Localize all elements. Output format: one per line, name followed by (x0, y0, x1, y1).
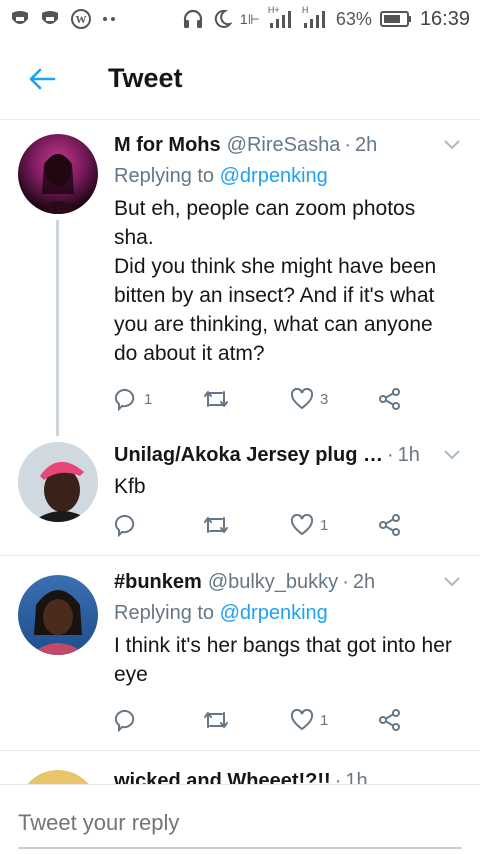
chevron-down-icon (444, 577, 460, 587)
back-button[interactable] (0, 38, 84, 120)
status-bar: W 1⊩ H+ H 63% 16:39 (0, 0, 480, 38)
tweet[interactable]: wicked and Wheeet!?!! · 1h (0, 752, 480, 784)
replying-to-mention[interactable]: @drpenking (220, 165, 328, 187)
reply-button[interactable] (114, 513, 202, 537)
signal-icon-1: H+ (268, 5, 294, 29)
separator-dot: · (342, 571, 349, 593)
tweet-text-line: sha. (114, 226, 154, 249)
tweet-menu-button[interactable] (438, 442, 466, 468)
headset-icon (182, 8, 204, 30)
network-type-label-1: H+ (267, 5, 280, 15)
reply-button[interactable]: 1 (114, 387, 202, 411)
display-name[interactable]: M for Mohs (114, 132, 221, 158)
separator-dot: · (386, 444, 394, 466)
wordpress-icon: W (70, 8, 92, 30)
tweet-text-line: I think it's her bangs that got into her (114, 634, 452, 657)
tweet-text-line: But eh, people can zoom photos (114, 197, 416, 220)
data-transfer-label: 1⊩ (239, 10, 260, 27)
chevron-down-icon (444, 140, 460, 150)
handle[interactable]: @RireSasha (227, 132, 341, 158)
tweet[interactable]: #bunkem @bulky_bukky · 2h Replying to @d… (0, 557, 480, 751)
tweet-text: I think it's her bangs that got into her… (114, 631, 466, 689)
replying-to-label: Replying to (114, 165, 215, 187)
heart-icon (290, 709, 314, 731)
replying-to: Replying to @drpenking (114, 162, 466, 190)
display-name[interactable]: Unilag/Akoka Jersey plug … (114, 442, 383, 468)
network-type-label-2: H (301, 5, 309, 15)
signal-icon-2: H (302, 5, 328, 29)
display-name[interactable]: wicked and Wheeet!?!! (114, 768, 331, 784)
replying-to-label: Replying to (114, 602, 215, 624)
battery-icon (379, 10, 412, 28)
like-button[interactable]: 1 (290, 514, 378, 536)
retweet-button[interactable] (202, 388, 290, 410)
tweet-text: Kfb (114, 472, 466, 501)
timestamp: 1h (397, 444, 420, 466)
timestamp: 2h (352, 571, 376, 593)
avatar[interactable] (18, 575, 98, 655)
like-count: 3 (320, 390, 329, 408)
shield-icon (10, 9, 30, 29)
display-name[interactable]: #bunkem (114, 569, 202, 595)
moon-icon (212, 9, 232, 29)
separator-dot: · (344, 134, 352, 156)
chevron-down-icon (444, 450, 460, 460)
tweet-text-line: bitten by an insect? And if it's what (114, 284, 435, 307)
retweet-button[interactable] (202, 709, 290, 731)
svg-text:W: W (76, 14, 87, 26)
share-icon (379, 388, 400, 410)
back-arrow-icon (29, 68, 56, 89)
reply-button[interactable] (114, 708, 202, 732)
tweet-menu-button[interactable] (438, 569, 466, 595)
shield-icon-2 (40, 9, 60, 29)
timestamp: 1h (345, 770, 368, 784)
more-dots-icon (102, 15, 116, 23)
tweet[interactable]: Unilag/Akoka Jersey plug … · 1h Kfb 1 (0, 436, 480, 556)
replying-to: Replying to @drpenking (114, 599, 466, 627)
share-button[interactable] (378, 513, 402, 537)
reply-icon (114, 388, 135, 411)
heart-icon (290, 514, 314, 536)
page-title: Tweet (108, 63, 183, 93)
like-count: 1 (320, 711, 329, 729)
tweet[interactable]: M for Mohs @RireSasha · 2h Replying to @… (0, 120, 480, 436)
handle[interactable]: @bulky_bukky (208, 569, 338, 595)
avatar[interactable] (18, 134, 98, 214)
tweet-text-line: Kfb (114, 475, 146, 498)
retweet-icon (204, 712, 228, 728)
thread-line (56, 220, 59, 436)
avatar[interactable] (18, 442, 98, 522)
like-button[interactable]: 3 (290, 388, 378, 410)
tweet-text: But eh, people can zoom photos sha. Did … (114, 194, 466, 368)
like-button[interactable]: 1 (290, 709, 378, 731)
share-button[interactable] (378, 708, 402, 732)
reply-input-underline (18, 847, 462, 849)
timestamp: 2h (355, 134, 378, 156)
retweet-button[interactable] (202, 514, 290, 536)
tweet-text-line: do about it atm? (114, 342, 265, 365)
tweet-text-line: Did you think she might have been (114, 255, 437, 278)
tweet-text-line: you are thinking, what can anyone (114, 313, 433, 336)
share-button[interactable] (378, 387, 402, 411)
clock: 16:39 (419, 7, 470, 30)
battery-percent: 63% (335, 8, 372, 29)
app-header: Tweet (0, 38, 480, 120)
reply-input[interactable] (18, 805, 462, 841)
reply-icon (114, 514, 135, 537)
retweet-icon (204, 517, 228, 533)
separator-dot: · (334, 770, 342, 784)
heart-icon (290, 388, 314, 410)
reply-count: 1 (144, 390, 153, 408)
retweet-icon (204, 391, 228, 407)
tweet-text-line: eye (114, 663, 148, 686)
reply-bar (0, 784, 480, 854)
share-icon (379, 514, 400, 536)
share-icon (379, 709, 400, 731)
tweet-menu-button[interactable] (438, 132, 466, 158)
replying-to-mention[interactable]: @drpenking (220, 602, 328, 624)
like-count: 1 (320, 516, 329, 534)
avatar[interactable] (18, 770, 98, 784)
reply-icon (114, 709, 135, 732)
